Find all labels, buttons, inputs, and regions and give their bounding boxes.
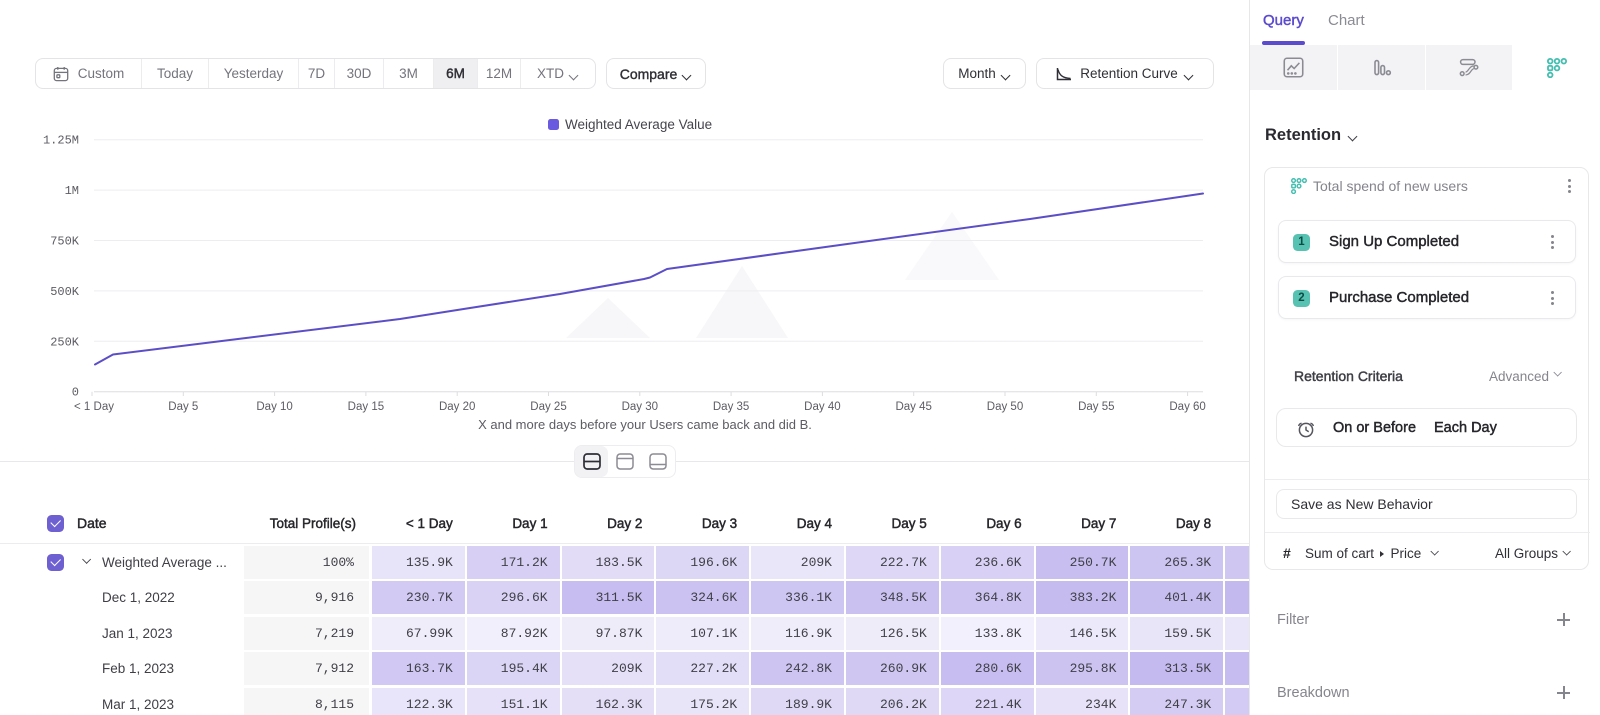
svg-text:Day 55: Day 55 [1078,401,1114,413]
svg-text:Day 10: Day 10 [256,401,292,413]
svg-text:Day 35: Day 35 [713,401,749,413]
svg-text:500K: 500K [50,285,80,299]
svg-text:1.25M: 1.25M [43,134,79,148]
svg-text:750K: 750K [50,235,80,249]
svg-text:Day 40: Day 40 [804,401,840,413]
svg-text:250K: 250K [50,335,80,349]
svg-text:Day 60: Day 60 [1169,401,1205,413]
svg-text:0: 0 [72,386,79,400]
svg-text:Day 45: Day 45 [895,401,931,413]
svg-text:< 1 Day: < 1 Day [74,401,114,413]
svg-text:Day 25: Day 25 [530,401,566,413]
svg-text:X and more days before your Us: X and more days before your Users came b… [478,417,812,432]
svg-text:Day 5: Day 5 [168,401,198,413]
svg-text:Day 20: Day 20 [439,401,475,413]
svg-text:Day 15: Day 15 [348,401,384,413]
svg-text:Day 50: Day 50 [987,401,1023,413]
svg-text:1M: 1M [65,184,79,198]
svg-text:Day 30: Day 30 [622,401,658,413]
